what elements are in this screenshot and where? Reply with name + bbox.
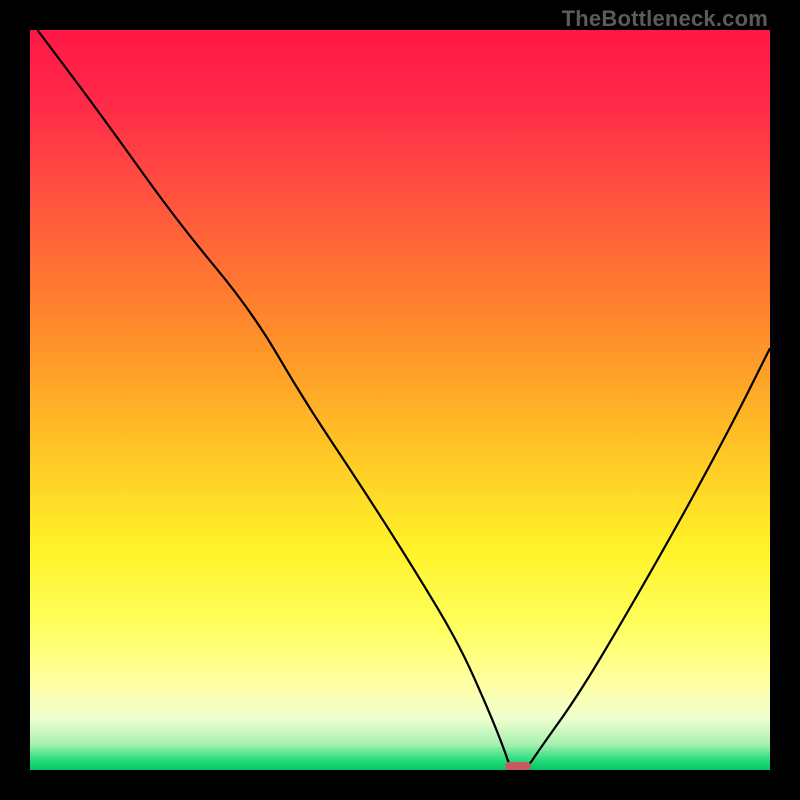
bottleneck-curve (37, 30, 770, 770)
curve-layer (30, 30, 770, 770)
plot-area (30, 30, 770, 770)
optimal-marker (505, 762, 531, 770)
watermark-text: TheBottleneck.com (562, 6, 768, 32)
chart-canvas: TheBottleneck.com (0, 0, 800, 800)
